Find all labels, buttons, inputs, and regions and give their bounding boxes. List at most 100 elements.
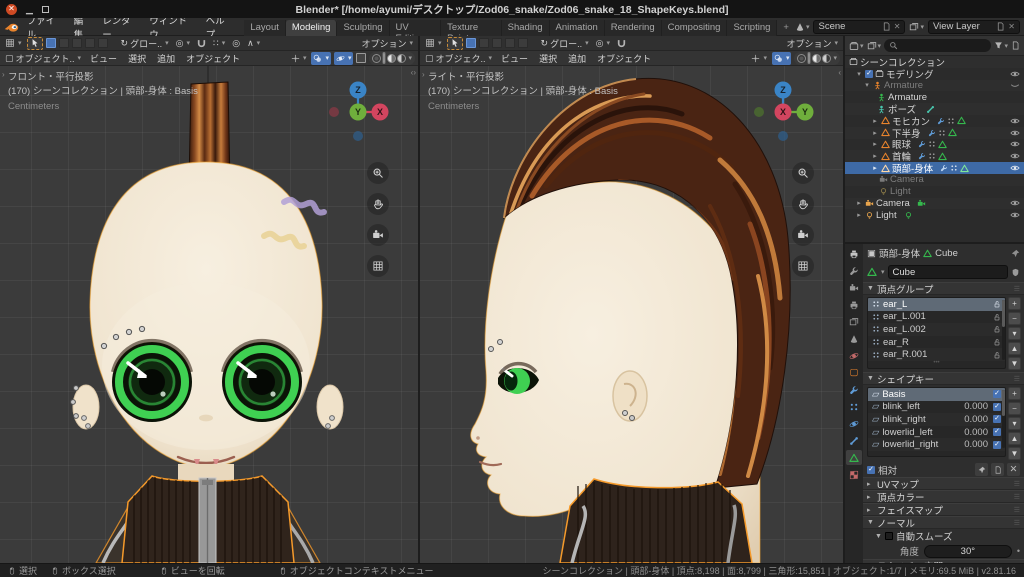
edit-mode-shape-key-icon[interactable] [991, 463, 1004, 476]
add-vertex-group-button[interactable]: + [1008, 297, 1021, 310]
modifier-icon[interactable] [937, 117, 945, 125]
outliner-row-collar[interactable]: ▸ 首輪 [845, 150, 1024, 163]
outliner-search-input[interactable] [884, 39, 992, 52]
tab-texture-paint[interactable]: Texture Paint [441, 19, 502, 44]
remove-vertex-group-button[interactable]: − [1008, 312, 1021, 325]
outliner-row-armature-object[interactable]: ▾ Armature [845, 79, 1024, 92]
xray-dropdown[interactable]: ▾ [333, 51, 354, 65]
outliner-row-light[interactable]: ▸ Light [845, 209, 1024, 221]
editor-type-button[interactable]: ▾ [423, 37, 444, 50]
expander-icon[interactable]: ▾ [855, 70, 863, 78]
transform-orientation-dropdown[interactable]: ↻ グロー.. ▾ [539, 37, 591, 50]
expander-icon[interactable]: ▸ [855, 211, 863, 219]
viewport-side[interactable]: ▾ ↻ グロー.. ▾ ◎ ▾ オプション ▾ ▢ オブジェク.. ▾ ビュー 選択 追加 … [420, 36, 843, 563]
view-menu[interactable]: ビュー [497, 52, 532, 65]
camera-view-button[interactable] [367, 224, 389, 246]
move-view-button[interactable] [792, 193, 814, 215]
expander-icon[interactable]: ▸ [871, 117, 879, 125]
tab-particles[interactable] [846, 399, 862, 414]
shape-key-item[interactable]: ▱ lowerlid_right 0.000 ✓ [868, 438, 1005, 451]
view-layer-selector[interactable]: View Layer ✕ [928, 19, 1020, 34]
shading-dropdown[interactable]: ▾ [408, 54, 412, 62]
window-minimize-button[interactable]: ▁ [26, 4, 33, 14]
tab-material[interactable] [846, 467, 862, 482]
shape-keys-panel-header[interactable]: ▼ シェイプキー ☰ [863, 372, 1024, 386]
mesh-name-input[interactable]: Cube [887, 265, 1008, 279]
shading-wireframe-button[interactable] [372, 53, 382, 63]
select-mode-invert-button[interactable] [84, 38, 95, 48]
tab-modeling[interactable]: Modeling [285, 19, 338, 36]
outliner-row-camera-child[interactable]: Camera [845, 173, 1024, 186]
modifier-icon[interactable] [918, 140, 926, 148]
shading-solid-active[interactable] [807, 52, 812, 64]
list-scrollbar[interactable] [1002, 390, 1005, 448]
auto-smooth-expander[interactable]: ▼ [875, 533, 882, 540]
add-workspace-button[interactable]: + [777, 20, 795, 36]
tab-constraints[interactable] [846, 433, 862, 448]
proportional-edit-button[interactable]: ◎ [230, 37, 242, 50]
snap-toggle-button[interactable] [195, 37, 208, 50]
mode-dropdown[interactable]: ▢ オブジェクト.. ▾ [3, 52, 83, 65]
toggle-xray-button[interactable] [356, 53, 367, 63]
eye-icon[interactable] [1010, 210, 1020, 220]
navigation-gizmo[interactable]: Z Y X [747, 76, 819, 148]
shading-material-button[interactable] [812, 53, 822, 63]
active-tool-select-box-button[interactable] [26, 36, 43, 50]
modifier-icon[interactable] [918, 152, 926, 160]
navigation-gizmo[interactable]: Z X Y [322, 76, 394, 148]
fake-user-shield-icon[interactable] [1011, 268, 1020, 277]
vertex-group-item[interactable]: ear_R [868, 336, 1005, 349]
sidebar-expand-arrow[interactable]: ‹ [838, 68, 841, 77]
relative-checkbox[interactable]: ✓ [867, 465, 875, 474]
select-mode-subtract-button[interactable] [491, 38, 502, 48]
toolbar-expand-arrow[interactable]: › [422, 70, 425, 79]
active-tool-select-box-button[interactable] [446, 36, 463, 50]
shape-key-mute-checkbox[interactable]: ✓ [993, 402, 1001, 411]
tab-view-layer[interactable] [846, 314, 862, 329]
vertex-group-item[interactable]: ear_L.001 [868, 311, 1005, 324]
outliner-row-lower-body[interactable]: ▸ 下半身 [845, 126, 1024, 140]
normals-panel-header[interactable]: ▼ ノーマル ☰ [863, 516, 1024, 530]
lock-icon[interactable] [993, 313, 1001, 321]
outliner-filter-obj-dropdown[interactable]: ▾ [867, 41, 881, 51]
remove-shape-key-button[interactable]: − [1008, 402, 1021, 415]
shape-key-item[interactable]: ▱ blink_right 0.000 ✓ [868, 413, 1005, 426]
vertex-group-item[interactable]: ear_L.002 [868, 323, 1005, 336]
editor-type-button[interactable]: ▾ [3, 37, 24, 50]
outliner-display-mode-dropdown[interactable]: ▾ [849, 41, 864, 51]
lock-icon[interactable] [993, 351, 1001, 359]
angle-slider[interactable]: 30° [923, 544, 1012, 558]
shading-material-button[interactable] [387, 53, 397, 63]
eye-closed-icon[interactable] [1010, 80, 1020, 90]
breadcrumb-object[interactable]: 頭部-身体 [879, 246, 920, 260]
new-view-layer-icon[interactable] [996, 22, 1005, 31]
toolbar-expand-arrow[interactable]: › [2, 70, 5, 79]
vertex-group-item[interactable]: ear_R.001 [868, 348, 1005, 361]
shading-dropdown[interactable]: ▾ [833, 54, 837, 62]
eye-icon[interactable] [1010, 198, 1020, 208]
select-mode-new-button[interactable] [465, 38, 476, 48]
perspective-toggle-button[interactable] [792, 255, 814, 277]
eye-icon[interactable] [1010, 128, 1020, 138]
shape-key-item[interactable]: ▱ lowerlid_left 0.000 ✓ [868, 426, 1005, 439]
tab-scripting[interactable]: Scripting [727, 19, 778, 36]
tab-object[interactable]: ▢ [846, 365, 862, 380]
options-dropdown[interactable]: オプション ▾ [784, 37, 840, 50]
lock-icon[interactable] [993, 338, 1001, 346]
add-menu[interactable]: 追加 [153, 52, 179, 65]
tab-world[interactable] [846, 348, 862, 363]
show-overlays-dropdown[interactable]: ▾ [311, 51, 331, 65]
perspective-toggle-button[interactable] [367, 255, 389, 277]
show-overlays-dropdown[interactable]: ▾ [771, 51, 792, 65]
outliner-row-eyeballs[interactable]: ▸ 眼球 [845, 139, 1024, 151]
window-maximize-button[interactable] [41, 5, 49, 13]
pin-icon[interactable] [1011, 249, 1020, 258]
options-dropdown[interactable]: オプション ▾ [359, 37, 415, 50]
eye-icon[interactable] [1010, 69, 1020, 79]
outliner-row-scene-collection[interactable]: シーンコレクション [845, 56, 1024, 69]
eye-icon[interactable] [1010, 151, 1020, 161]
outliner-row-mohawk[interactable]: ▸ モヒカン [845, 115, 1024, 128]
shading-solid-active[interactable] [382, 52, 387, 64]
move-up-button[interactable]: ▲ [1008, 432, 1021, 445]
expander-icon[interactable]: ▸ [871, 140, 879, 148]
